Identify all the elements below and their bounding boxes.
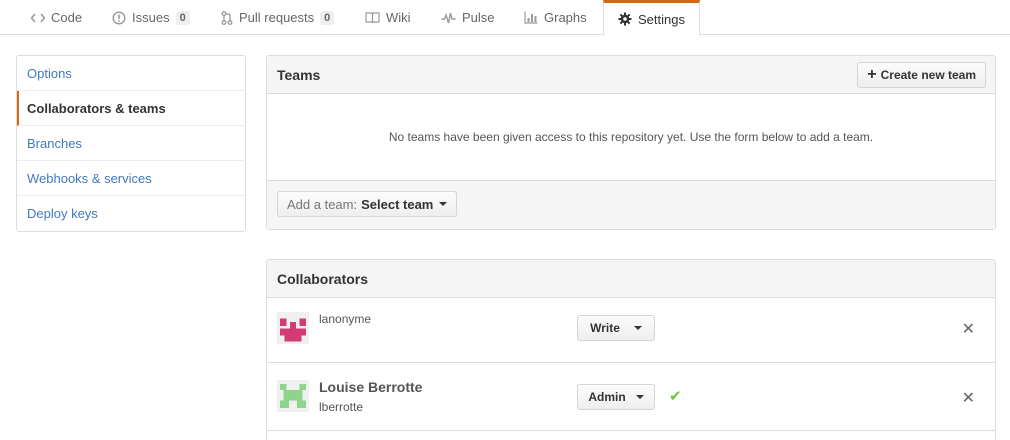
collaborators-title: Collaborators (277, 270, 369, 287)
tab-label: Graphs (544, 10, 587, 25)
collaborator-login[interactable]: lberrotte (319, 400, 363, 414)
menu-item-deploy-keys[interactable]: Deploy keys (17, 196, 245, 231)
pull-request-icon (221, 10, 233, 25)
tab-wiki[interactable]: Wiki (351, 0, 425, 35)
create-team-label: Create new team (880, 68, 976, 82)
teams-header: Teams + Create new team (267, 56, 995, 94)
create-new-team-button[interactable]: + Create new team (857, 62, 986, 88)
gear-icon (618, 12, 632, 26)
tab-pull-requests[interactable]: Pull requests 0 (207, 0, 348, 35)
pulse-icon (441, 12, 456, 24)
permission-label: Write (590, 321, 620, 335)
teams-title: Teams (277, 66, 321, 83)
permission-label: Admin (588, 390, 626, 404)
collaborators-panel: Collaborators lanonyme Write ✕ Louise Be… (266, 259, 996, 440)
issue-icon (112, 10, 126, 25)
teams-footer: Add a team: Select team (267, 181, 995, 229)
repo-nav: Code Issues 0 Pull requests 0 Wiki Pulse… (0, 0, 1010, 36)
permission-select[interactable]: Write (577, 315, 655, 341)
tab-pulse[interactable]: Pulse (427, 0, 509, 35)
graph-icon (524, 11, 538, 24)
tab-label: Pull requests (239, 10, 315, 25)
issues-count: 0 (175, 10, 190, 25)
code-icon (31, 12, 45, 24)
tab-label: Code (51, 10, 83, 25)
book-icon (365, 11, 380, 24)
tab-label: Issues (132, 10, 170, 25)
select-team-button[interactable]: Add a team: Select team (277, 191, 458, 217)
collaborator-row: lanonyme Write ✕ (267, 298, 995, 363)
avatar[interactable] (277, 312, 309, 344)
check-icon: ✔ (669, 388, 682, 405)
tab-label: Pulse (462, 10, 495, 25)
caret-down-icon (439, 202, 448, 206)
caret-down-icon (633, 326, 642, 330)
plus-icon: + (867, 66, 877, 83)
tab-label: Settings (638, 11, 685, 27)
teams-blank-message: No teams have been given access to this … (267, 94, 995, 181)
tab-settings[interactable]: Settings (603, 0, 700, 36)
collaborator-login[interactable]: lanonyme (319, 312, 371, 326)
caret-down-icon (635, 395, 644, 399)
select-team-prefix: Add a team: (287, 196, 358, 212)
permission-select[interactable]: Admin (577, 384, 655, 410)
avatar[interactable] (277, 380, 309, 412)
select-team-value: Select team (361, 196, 434, 212)
settings-menu: Options Collaborators & teams Branches W… (16, 55, 246, 232)
menu-item-webhooks-services[interactable]: Webhooks & services (17, 161, 245, 196)
remove-collaborator-icon[interactable]: ✕ (962, 388, 975, 408)
menu-item-options[interactable]: Options (17, 56, 245, 91)
collaborators-header: Collaborators (267, 260, 995, 298)
menu-item-branches[interactable]: Branches (17, 126, 245, 161)
teams-panel: Teams + Create new team No teams have be… (266, 55, 996, 230)
remove-collaborator-icon[interactable]: ✕ (962, 319, 975, 339)
menu-item-collaborators-teams[interactable]: Collaborators & teams (17, 91, 245, 126)
collaborator-name[interactable]: Louise Berrotte (319, 379, 422, 395)
tab-label: Wiki (386, 10, 411, 25)
tab-issues[interactable]: Issues 0 (98, 0, 204, 35)
collaborator-row: Louise Berrotte lberrotte Admin ✔ ✕ (267, 363, 995, 431)
tab-code[interactable]: Code (17, 0, 96, 35)
pull-requests-count: 0 (320, 10, 335, 25)
tab-graphs[interactable]: Graphs (510, 0, 601, 35)
